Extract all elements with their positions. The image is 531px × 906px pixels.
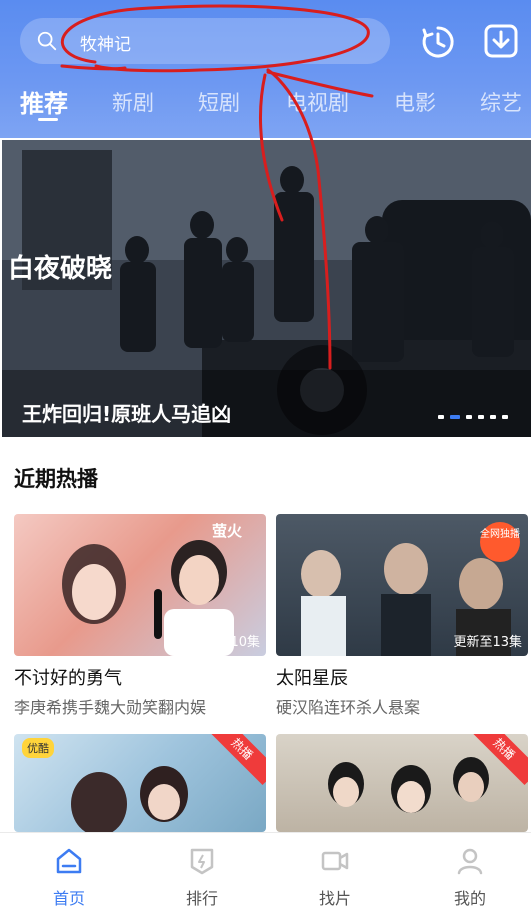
- tab-short-drama[interactable]: 短剧: [198, 87, 240, 117]
- video-title: 不讨好的勇气: [14, 668, 122, 689]
- video-subtitle: 硬汉陷连环杀人悬案: [276, 698, 421, 717]
- nav-discover-label: 找片: [318, 889, 351, 906]
- search-bar[interactable]: 牧神记: [20, 18, 390, 64]
- search-input-text: 牧神记: [80, 35, 131, 55]
- tab-recommend[interactable]: 推荐: [20, 84, 68, 119]
- nav-discover[interactable]: 找片: [295, 841, 375, 906]
- video-camera-icon: [321, 851, 349, 871]
- video-thumbnail: 优酷 热播: [14, 734, 266, 832]
- nav-profile[interactable]: 我的: [430, 841, 510, 906]
- banner-logo: 白夜破晓: [8, 254, 113, 284]
- tab-tv-series[interactable]: 电视剧: [286, 87, 349, 117]
- search-icon: [37, 31, 57, 51]
- tab-new-drama[interactable]: 新剧: [112, 87, 154, 117]
- tab-variety[interactable]: 综艺: [480, 87, 522, 117]
- top-header: 牧神记 推荐 新剧 短剧 电视剧 电影 综艺: [0, 0, 531, 138]
- nav-home[interactable]: 首页: [29, 841, 109, 906]
- carousel-dot: [478, 415, 484, 419]
- history-icon[interactable]: [420, 24, 456, 60]
- carousel-dot: [502, 415, 508, 419]
- home-icon: [56, 848, 82, 874]
- video-subtitle: 李庚希携手魏大勋笑翻内娱: [14, 698, 207, 717]
- rank-icon: [190, 848, 214, 875]
- video-thumbnail: 热播: [276, 734, 528, 832]
- section-title: 近期热播: [14, 467, 98, 491]
- nav-rank[interactable]: 排行: [162, 841, 242, 906]
- carousel-indicator: [438, 415, 518, 421]
- carousel-dot: [438, 415, 444, 419]
- video-thumbnail: 全网独播 更新至13集: [276, 514, 528, 656]
- nav-profile-label: 我的: [453, 889, 486, 906]
- nav-home-label: 首页: [52, 889, 85, 906]
- category-tabs: 推荐 新剧 短剧 电视剧 电影 综艺: [0, 84, 531, 128]
- update-badge: 更新至13集: [453, 635, 522, 650]
- nav-rank-label: 排行: [185, 889, 218, 906]
- banner-image: [2, 140, 531, 437]
- carousel-dot: [490, 415, 496, 419]
- brand-mark: 萤火: [211, 522, 242, 540]
- banner-title: 王炸回归!原班人马追凶: [22, 402, 232, 426]
- download-icon[interactable]: [482, 22, 520, 60]
- user-icon: [457, 848, 483, 875]
- update-badge: 更新至10集: [191, 635, 260, 650]
- carousel-dot: [466, 415, 472, 419]
- exclusive-tag: 全网独播: [480, 522, 520, 562]
- tab-movie[interactable]: 电影: [394, 87, 436, 117]
- hero-banner[interactable]: 白夜破晓 王炸回归!原班人马追凶: [2, 140, 531, 437]
- brand-label: 优酷: [22, 738, 54, 758]
- bottom-navigation: 首页 排行 找片 我的: [0, 832, 531, 906]
- carousel-dot-active: [450, 415, 460, 419]
- video-title: 太阳星辰: [276, 668, 348, 689]
- video-thumbnail: 萤火 更新至10集: [14, 514, 266, 656]
- active-tab-indicator: [38, 118, 58, 121]
